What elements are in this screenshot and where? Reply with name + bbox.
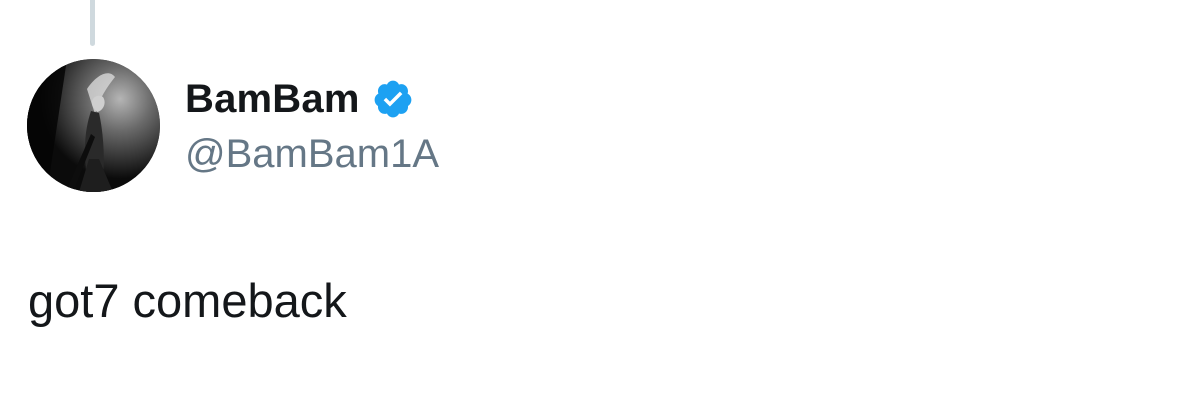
tweet-text: got7 comeback	[28, 274, 347, 327]
author-display-name[interactable]: BamBam	[185, 74, 360, 124]
avatar[interactable]	[27, 59, 160, 192]
author-name-row[interactable]: BamBam	[185, 74, 414, 124]
avatar-image	[27, 59, 160, 192]
thread-connector-line	[90, 0, 95, 46]
verified-badge-icon	[372, 78, 414, 120]
author-handle[interactable]: @BamBam1A	[185, 130, 439, 178]
